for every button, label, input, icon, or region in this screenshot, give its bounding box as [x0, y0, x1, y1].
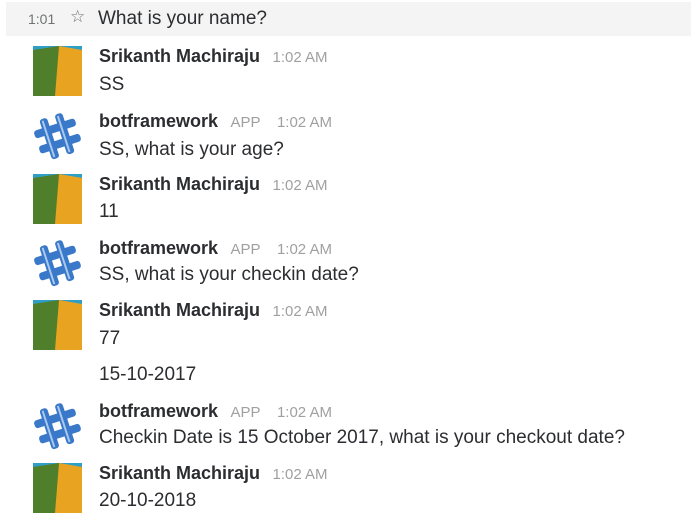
app-badge: APP: [230, 404, 261, 421]
message-text: 77: [99, 328, 121, 349]
app-badge: APP: [230, 241, 261, 258]
user-avatar-icon[interactable]: [33, 174, 82, 224]
message-time[interactable]: 1:01: [28, 11, 55, 27]
timestamp[interactable]: 1:02 AM: [277, 241, 332, 258]
user-avatar-icon[interactable]: [33, 463, 82, 513]
sender-name[interactable]: botframework: [99, 401, 218, 421]
timestamp[interactable]: 1:02 AM: [273, 49, 328, 66]
star-icon[interactable]: ☆: [70, 7, 85, 27]
message-text: SS: [99, 74, 125, 95]
timestamp[interactable]: 1:02 AM: [273, 303, 328, 320]
message-text: SS, what is your checkin date?: [99, 264, 359, 285]
timestamp[interactable]: 1:02 AM: [277, 404, 332, 421]
message-text: SS, what is your age?: [99, 139, 284, 160]
message-header: Srikanth Machiraju 1:02 AM: [99, 174, 328, 195]
timestamp[interactable]: 1:02 AM: [273, 177, 328, 194]
message-text: 11: [99, 201, 119, 222]
message-text: What is your name?: [98, 8, 267, 29]
timestamp[interactable]: 1:02 AM: [277, 114, 332, 131]
message-header: botframework APP 1:02 AM: [99, 401, 332, 422]
message-header: botframework APP 1:02 AM: [99, 238, 332, 259]
user-avatar-icon[interactable]: [33, 300, 82, 350]
bot-avatar-icon[interactable]: [33, 238, 82, 288]
message-header: Srikanth Machiraju 1:02 AM: [99, 300, 328, 321]
sender-name[interactable]: Srikanth Machiraju: [99, 174, 260, 194]
message-header: Srikanth Machiraju 1:02 AM: [99, 46, 328, 67]
message-text: Checkin Date is 15 October 2017, what is…: [99, 427, 625, 448]
message-text: 15-10-2017: [99, 364, 197, 385]
sender-name[interactable]: botframework: [99, 111, 218, 131]
hovered-message-row[interactable]: 1:01 ☆ What is your name?: [6, 2, 691, 36]
sender-name[interactable]: Srikanth Machiraju: [99, 300, 260, 320]
timestamp[interactable]: 1:02 AM: [273, 466, 328, 483]
sender-name[interactable]: Srikanth Machiraju: [99, 46, 260, 66]
app-badge: APP: [230, 114, 261, 131]
message-header: botframework APP 1:02 AM: [99, 111, 332, 132]
bot-avatar-icon[interactable]: [33, 401, 82, 451]
message-text: 20-10-2018: [99, 490, 197, 511]
bot-avatar-icon[interactable]: [33, 111, 82, 161]
sender-name[interactable]: botframework: [99, 238, 218, 258]
message-header: Srikanth Machiraju 1:02 AM: [99, 463, 328, 484]
user-avatar-icon[interactable]: [33, 46, 82, 96]
sender-name[interactable]: Srikanth Machiraju: [99, 463, 260, 483]
